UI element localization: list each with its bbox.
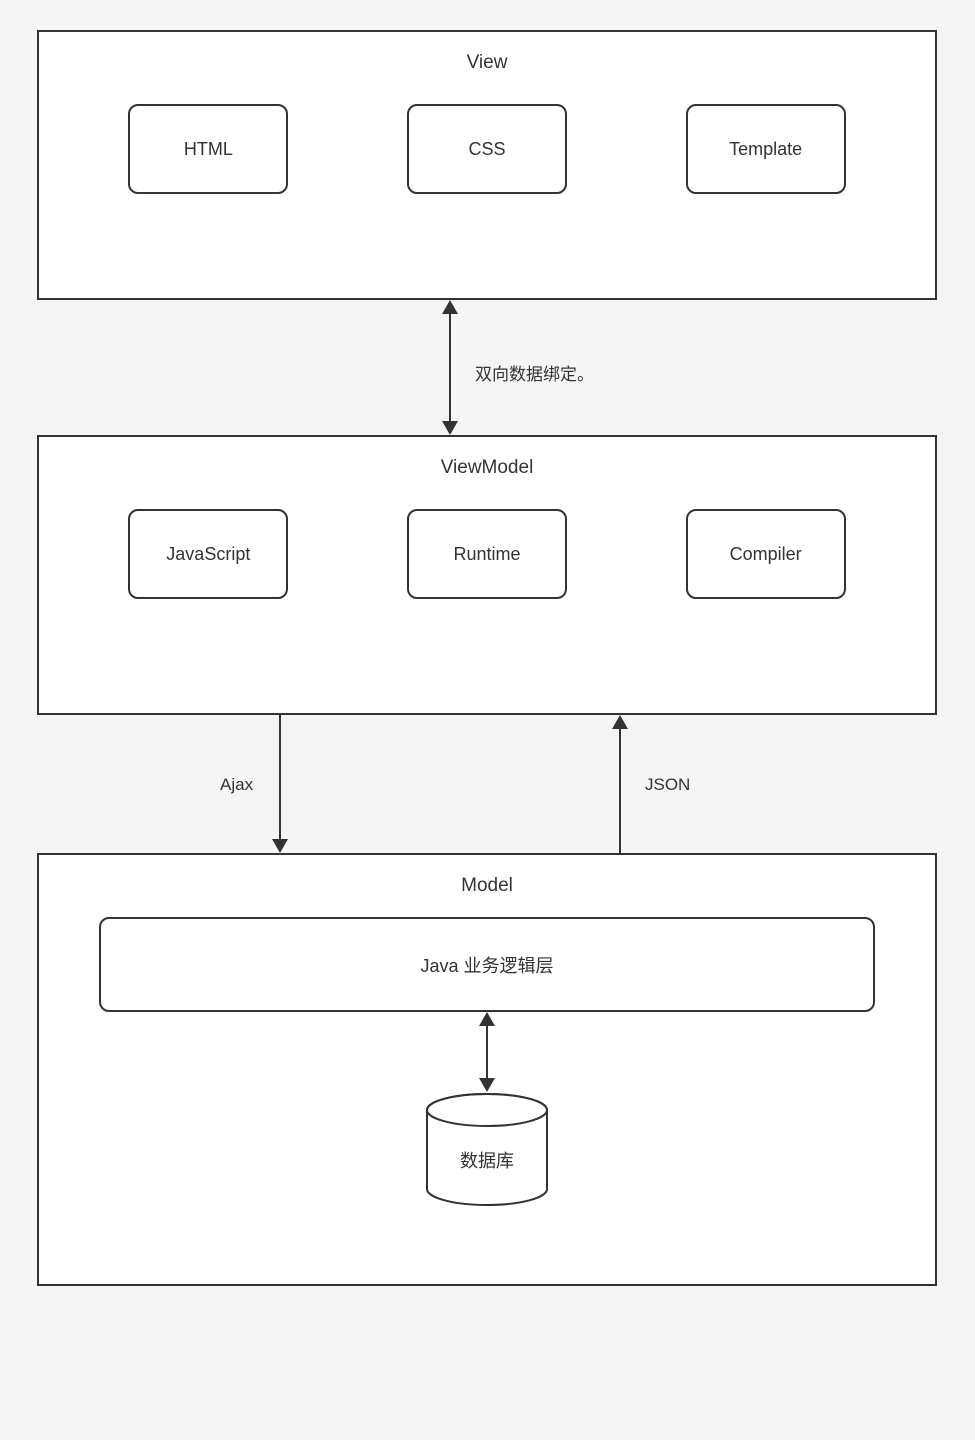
view-layer: View HTML CSS Template bbox=[37, 30, 937, 300]
database-wrap: 数据库 bbox=[39, 1092, 935, 1247]
connector-ajax-label: Ajax bbox=[220, 775, 253, 795]
model-logic-box: Java 业务逻辑层 bbox=[99, 917, 875, 1012]
view-box-row: HTML CSS Template bbox=[39, 74, 935, 244]
connector-view-viewmodel-label: 双向数据绑定。 bbox=[475, 360, 594, 385]
model-inner-arrow-wrap bbox=[39, 1012, 935, 1092]
model-layer: Model Java 业务逻辑层 数据库 bbox=[37, 853, 937, 1286]
viewmodel-layer: ViewModel JavaScript Runtime Compiler bbox=[37, 435, 937, 715]
connector-json-icon bbox=[600, 715, 640, 853]
database-label: 数据库 bbox=[422, 1147, 552, 1173]
connector-json-label: JSON bbox=[645, 775, 690, 795]
viewmodel-box-row: JavaScript Runtime Compiler bbox=[39, 479, 935, 649]
database-cylinder-icon: 数据库 bbox=[422, 1092, 552, 1207]
connector-logic-db-icon bbox=[467, 1012, 507, 1092]
viewmodel-box-runtime: Runtime bbox=[407, 509, 567, 599]
model-layer-title: Model bbox=[39, 855, 935, 897]
viewmodel-box-javascript: JavaScript bbox=[128, 509, 288, 599]
view-layer-title: View bbox=[39, 32, 935, 74]
connector-ajax-icon bbox=[260, 715, 300, 853]
viewmodel-layer-title: ViewModel bbox=[39, 437, 935, 479]
view-box-css: CSS bbox=[407, 104, 567, 194]
view-box-html: HTML bbox=[128, 104, 288, 194]
view-box-template: Template bbox=[686, 104, 846, 194]
viewmodel-box-compiler: Compiler bbox=[686, 509, 846, 599]
